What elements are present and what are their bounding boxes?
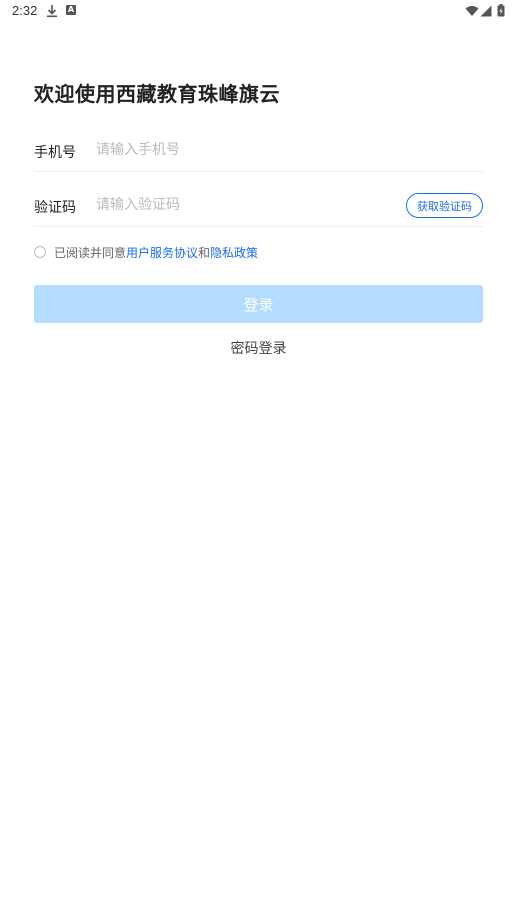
user-agreement-link[interactable]: 用户服务协议 bbox=[126, 244, 198, 261]
phone-input[interactable] bbox=[96, 137, 376, 163]
status-time: 2:32 bbox=[12, 3, 38, 18]
login-screen: 2:32 A 欢迎使用西藏教育珠峰旗云 手机号 请输入手机号 验证码 请输入验证… bbox=[0, 0, 517, 919]
code-row: 验证码 获取验证码 bbox=[34, 186, 483, 227]
code-label: 验证码 bbox=[34, 200, 76, 216]
login-button[interactable]: 登录 bbox=[34, 285, 483, 323]
wifi-icon bbox=[465, 5, 479, 17]
status-bar: 2:32 A bbox=[0, 0, 517, 22]
phone-row: 手机号 bbox=[34, 131, 483, 172]
agreement-prefix: 已阅读并同意 bbox=[54, 245, 127, 260]
download-icon bbox=[46, 4, 58, 18]
code-input[interactable] bbox=[96, 192, 376, 218]
get-code-button[interactable]: 获取验证码 bbox=[406, 193, 483, 218]
privacy-policy-link[interactable]: 隐私政策 bbox=[210, 244, 258, 261]
agree-checkbox[interactable] bbox=[34, 246, 46, 258]
signal-icon bbox=[480, 5, 492, 17]
agreement-row: 已阅读并同意 用户服务协议 和 隐私政策 bbox=[34, 243, 258, 261]
agreement-and: 和 bbox=[198, 245, 211, 260]
a-icon: A bbox=[66, 5, 76, 15]
page-title: 欢迎使用西藏教育珠峰旗云 bbox=[34, 82, 280, 106]
password-login-link[interactable]: 密码登录 bbox=[0, 338, 517, 358]
phone-label: 手机号 bbox=[34, 145, 76, 161]
battery-icon bbox=[497, 4, 505, 17]
